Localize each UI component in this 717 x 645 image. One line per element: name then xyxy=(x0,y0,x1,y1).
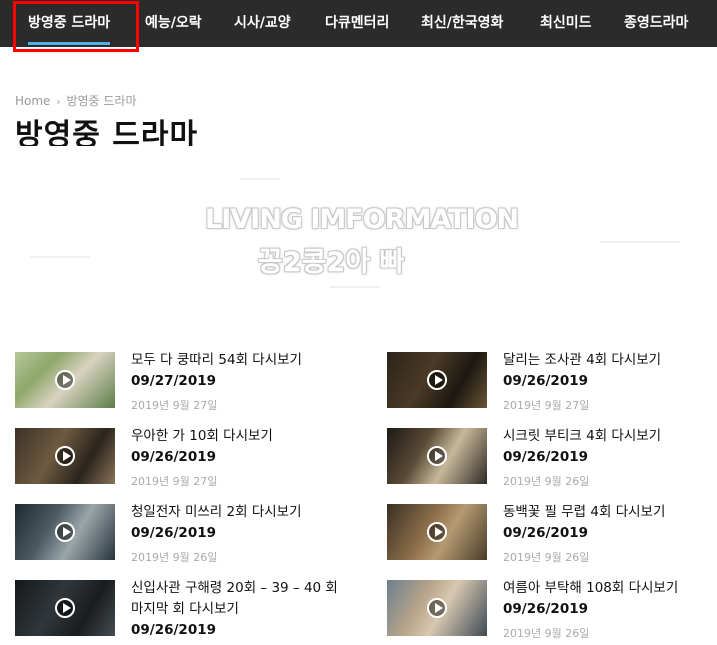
nav-item-variety[interactable]: 예능/오락 xyxy=(145,0,202,47)
play-icon xyxy=(427,598,447,618)
banner-subtitle: 꽁2콩2아 빠 xyxy=(258,247,405,278)
nav-item-label: 예능/오락 xyxy=(145,15,202,31)
chevron-right-icon: › xyxy=(56,97,61,108)
active-underline xyxy=(28,42,111,45)
post-date: 2019년 9월 26일 xyxy=(503,551,590,564)
banner-decoration xyxy=(30,256,90,258)
post-title[interactable]: 달리는 조사관 4회 다시보기 09/26/2019 xyxy=(503,350,717,392)
video-thumbnail[interactable] xyxy=(387,352,487,408)
nav-item-label: 종영드라마 xyxy=(624,15,689,31)
list-item: 모두 다 쿵따리 54회 다시보기 09/27/2019 2019년 9월 27… xyxy=(15,352,355,412)
post-title[interactable]: 신입사관 구해령 20회 – 39 – 40 회 마지막 회 다시보기 09/2… xyxy=(131,578,349,641)
play-icon xyxy=(427,370,447,390)
play-icon xyxy=(55,598,75,618)
play-icon xyxy=(55,446,75,466)
post-date: 2019년 9월 26일 xyxy=(131,551,218,564)
post-title-date: 09/26/2019 xyxy=(503,601,589,617)
video-thumbnail[interactable] xyxy=(15,428,115,484)
banner-title: LIVING IMFORMATION xyxy=(205,204,519,235)
post-title-text: 시크릿 부티크 4회 다시보기 xyxy=(503,428,662,444)
banner-decoration xyxy=(330,286,380,288)
post-title[interactable]: 시크릿 부티크 4회 다시보기 09/26/2019 xyxy=(503,426,717,468)
video-thumbnail[interactable] xyxy=(15,580,115,636)
post-title-date: 09/26/2019 xyxy=(131,622,217,638)
post-title-text: 여름아 부탁해 108회 다시보기 xyxy=(503,580,679,596)
nav-item-label: 시사/교양 xyxy=(234,15,291,31)
nav-item-us-drama[interactable]: 최신미드 xyxy=(540,0,592,47)
play-icon xyxy=(55,522,75,542)
nav-item-ended-drama[interactable]: 종영드라마 xyxy=(624,0,688,47)
video-thumbnail[interactable] xyxy=(15,352,115,408)
list-item: 달리는 조사관 4회 다시보기 09/26/2019 2019년 9월 27일 xyxy=(387,352,717,412)
nav-item-label: 방영중 드라마 xyxy=(28,15,111,31)
video-thumbnail[interactable] xyxy=(387,580,487,636)
breadcrumb: Home › 방영중 드라마 xyxy=(15,92,137,109)
post-date: 2019년 9월 27일 xyxy=(131,475,218,488)
nav-item-drama-airing[interactable]: 방영중 드라마 xyxy=(28,0,111,47)
video-thumbnail[interactable] xyxy=(15,504,115,560)
post-title[interactable]: 여름아 부탁해 108회 다시보기 09/26/2019 xyxy=(503,578,717,620)
list-item: 동백꽃 필 무렵 4회 다시보기 09/26/2019 2019년 9월 26일 xyxy=(387,504,717,564)
list-item: 청일전자 미쓰리 2회 다시보기 09/26/2019 2019년 9월 26일 xyxy=(15,504,355,564)
nav-item-current-affairs[interactable]: 시사/교양 xyxy=(234,0,291,47)
nav-item-label: 다큐멘터리 xyxy=(325,15,390,31)
post-date: 2019년 9월 27일 xyxy=(131,399,218,412)
post-title-date: 09/26/2019 xyxy=(503,373,589,389)
post-title-date: 09/26/2019 xyxy=(503,525,589,541)
post-title-text: 청일전자 미쓰리 2회 다시보기 xyxy=(131,504,302,520)
post-title-text: 모두 다 쿵따리 54회 다시보기 xyxy=(131,352,302,368)
post-date: 2019년 9월 26일 xyxy=(503,627,590,640)
nav-item-label: 최신/한국영화 xyxy=(421,15,504,31)
post-title-date: 09/26/2019 xyxy=(503,449,589,465)
banner-decoration xyxy=(600,241,680,243)
video-thumbnail[interactable] xyxy=(387,428,487,484)
post-title-text: 신입사관 구해령 20회 – 39 – 40 회 마지막 회 다시보기 xyxy=(131,580,338,617)
breadcrumb-home[interactable]: Home xyxy=(15,94,50,108)
list-item: 신입사관 구해령 20회 – 39 – 40 회 마지막 회 다시보기 09/2… xyxy=(15,580,355,640)
list-item: 시크릿 부티크 4회 다시보기 09/26/2019 2019년 9월 26일 xyxy=(387,428,717,488)
play-icon xyxy=(427,446,447,466)
video-thumbnail[interactable] xyxy=(387,504,487,560)
post-title[interactable]: 동백꽃 필 무렵 4회 다시보기 09/26/2019 xyxy=(503,502,717,544)
nav-item-label: 최신미드 xyxy=(540,15,592,31)
post-date: 2019년 9월 27일 xyxy=(503,399,590,412)
top-nav: 방영중 드라마 예능/오락 시사/교양 다큐멘터리 최신/한국영화 최신미드 종… xyxy=(0,0,717,47)
post-title-date: 09/26/2019 xyxy=(131,449,217,465)
post-title-date: 09/26/2019 xyxy=(131,525,217,541)
post-title-text: 달리는 조사관 4회 다시보기 xyxy=(503,352,662,368)
post-title-date: 09/27/2019 xyxy=(131,373,217,389)
post-title[interactable]: 청일전자 미쓰리 2회 다시보기 09/26/2019 xyxy=(131,502,349,544)
post-date: 2019년 9월 26일 xyxy=(503,475,590,488)
post-title-text: 우아한 가 10회 다시보기 xyxy=(131,428,273,444)
play-icon xyxy=(427,522,447,542)
post-title-text: 동백꽃 필 무렵 4회 다시보기 xyxy=(503,504,666,520)
breadcrumb-current[interactable]: 방영중 드라마 xyxy=(66,94,136,108)
list-item: 여름아 부탁해 108회 다시보기 09/26/2019 2019년 9월 26… xyxy=(387,580,717,640)
post-title[interactable]: 모두 다 쿵따리 54회 다시보기 09/27/2019 xyxy=(131,350,349,392)
list-item: 우아한 가 10회 다시보기 09/26/2019 2019년 9월 27일 xyxy=(15,428,355,488)
banner: LIVING IMFORMATION 꽁2콩2아 빠 xyxy=(0,146,717,326)
banner-decoration xyxy=(240,178,280,180)
play-icon xyxy=(55,370,75,390)
nav-item-korean-movie[interactable]: 최신/한국영화 xyxy=(421,0,503,47)
nav-item-documentary[interactable]: 다큐멘터리 xyxy=(325,0,389,47)
post-title[interactable]: 우아한 가 10회 다시보기 09/26/2019 xyxy=(131,426,349,468)
